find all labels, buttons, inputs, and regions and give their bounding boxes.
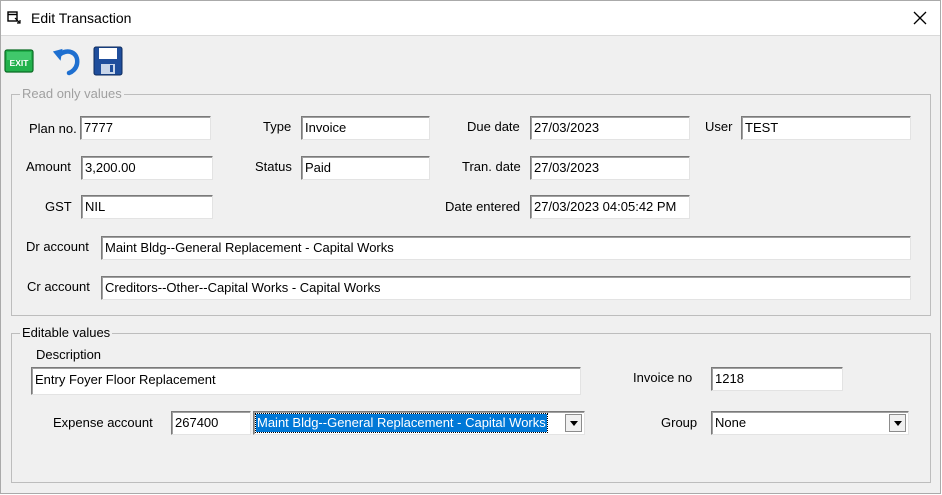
invoice-no-label: Invoice no (633, 370, 693, 385)
due-date-field[interactable]: 27/03/2023 (530, 116, 690, 140)
exit-icon: EXIT (4, 49, 34, 73)
editable-legend: Editable values (20, 325, 113, 340)
type-label: Type (263, 119, 292, 134)
title-bar: Edit Transaction (1, 1, 940, 35)
gst-field[interactable]: NIL (81, 195, 213, 219)
tran-date-field[interactable]: 27/03/2023 (530, 156, 690, 180)
undo-icon (52, 48, 80, 76)
editable-group: Editable values (11, 326, 931, 483)
description-label: Description (36, 347, 102, 362)
date-entered-field[interactable]: 27/03/2023 04:05:42 PM (530, 195, 690, 219)
dr-account-label: Dr account (26, 239, 89, 254)
type-field[interactable]: Invoice (301, 116, 430, 140)
user-label: User (705, 119, 733, 134)
invoice-no-input[interactable]: 1218 (711, 367, 843, 391)
dr-account-field[interactable]: Maint Bldg--General Replacement - Capita… (101, 236, 911, 260)
tran-date-label: Tran. date (462, 159, 521, 174)
amount-field[interactable]: 3,200.00 (81, 156, 213, 180)
status-label: Status (255, 159, 292, 174)
due-date-label: Due date (467, 119, 520, 134)
amount-label: Amount (26, 159, 71, 174)
status-field[interactable]: Paid (301, 156, 430, 180)
exit-label: EXIT (10, 58, 30, 68)
cr-account-field[interactable]: Creditors--Other--Capital Works - Capita… (101, 276, 911, 300)
plan-no-label: Plan no. (29, 121, 77, 136)
save-button[interactable] (92, 45, 124, 77)
toolbar: EXIT (1, 35, 940, 80)
window-title: Edit Transaction (31, 10, 132, 26)
user-field[interactable]: TEST (741, 116, 911, 140)
expense-account-select[interactable]: Maint Bldg--General Replacement - Capita… (253, 411, 585, 435)
window-icon (7, 11, 21, 24)
close-button[interactable] (908, 7, 932, 29)
edit-transaction-window: Edit Transaction EXIT Read only values P… (0, 0, 941, 494)
exit-button[interactable]: EXIT (3, 45, 35, 77)
expense-account-label: Expense account (53, 415, 153, 430)
readonly-legend: Read only values (20, 86, 124, 101)
expense-account-selected: Maint Bldg--General Replacement - Capita… (255, 413, 548, 433)
plan-no-field[interactable]: 7777 (80, 116, 211, 140)
chevron-down-icon[interactable] (889, 414, 906, 432)
group-label: Group (661, 415, 698, 430)
expense-account-code-input[interactable]: 267400 (171, 411, 251, 435)
description-input[interactable]: Entry Foyer Floor Replacement (31, 367, 581, 395)
chevron-down-icon[interactable] (565, 414, 582, 432)
undo-button[interactable] (51, 45, 83, 77)
close-icon (913, 11, 927, 25)
gst-label: GST (45, 199, 72, 214)
cr-account-label: Cr account (27, 279, 90, 294)
group-select[interactable]: None (711, 411, 909, 435)
date-entered-label: Date entered (445, 199, 521, 214)
save-icon (93, 46, 123, 76)
group-selected: None (715, 415, 747, 430)
